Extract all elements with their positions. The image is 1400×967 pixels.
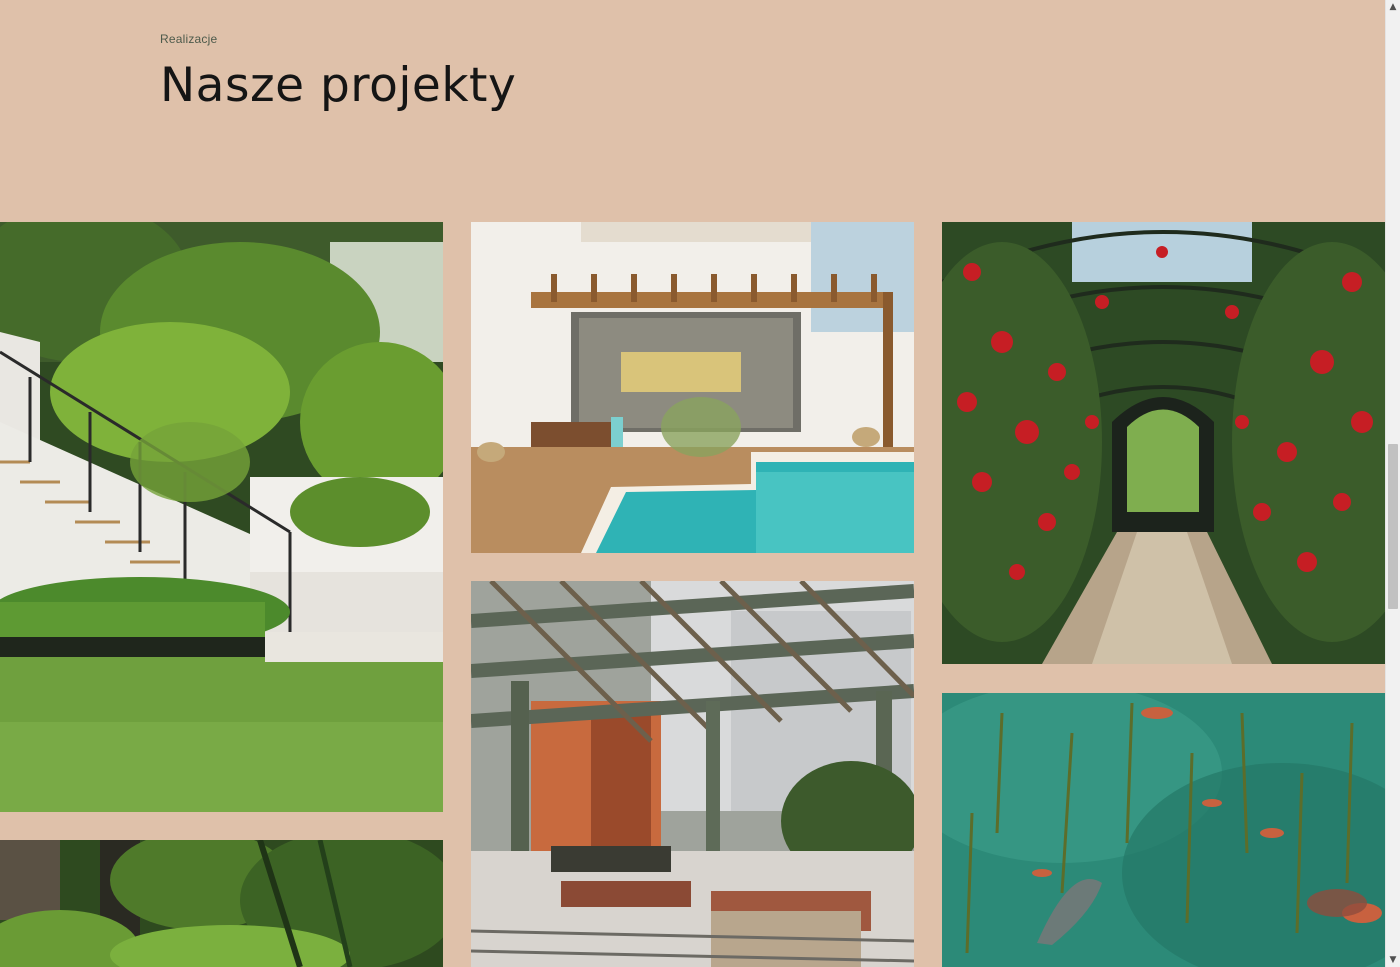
project-image-palms[interactable] (0, 840, 443, 967)
projects-page: Realizacje Nasze projekty ▲ ▼ (0, 0, 1400, 967)
scrollbar-thumb[interactable] (1388, 444, 1398, 609)
scroll-down-arrow-icon[interactable]: ▼ (1386, 953, 1400, 967)
project-image-pergola-terrace[interactable] (471, 581, 914, 967)
project-image-rose-tunnel[interactable] (942, 222, 1385, 664)
section-eyebrow: Realizacje (160, 32, 218, 46)
scroll-up-arrow-icon[interactable]: ▲ (1386, 0, 1400, 14)
page-title: Nasze projekty (160, 58, 517, 113)
vertical-scrollbar[interactable]: ▲ ▼ (1385, 0, 1400, 967)
project-image-tropical-stairs[interactable] (0, 222, 443, 812)
project-image-pool-courtyard[interactable] (471, 222, 914, 553)
project-image-koi-pond[interactable] (942, 693, 1385, 967)
